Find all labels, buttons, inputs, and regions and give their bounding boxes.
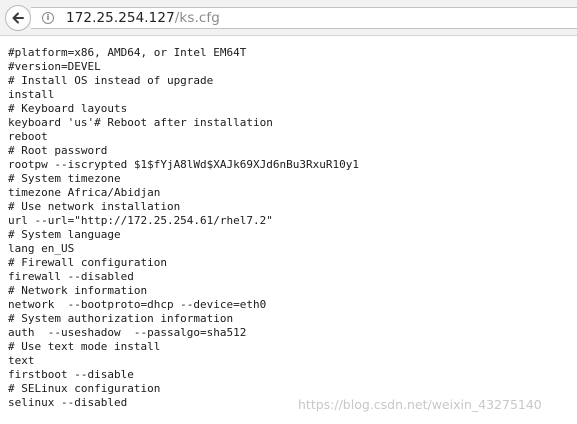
file-line: # Keyboard layouts	[8, 102, 128, 115]
file-line: rootpw --iscrypted $1$fYjA8lWd$XAJk69XJd…	[8, 158, 359, 171]
file-line: # Network information	[8, 284, 148, 297]
file-line: #platform=x86, AMD64, or Intel EM64T	[8, 46, 247, 59]
file-line: # Root password	[8, 144, 108, 157]
file-line: firewall --disabled	[8, 270, 134, 283]
file-line: # System authorization information	[8, 312, 234, 325]
navigation-toolbar: i 172.25.254.127/ks.cfg	[0, 0, 577, 36]
file-line: text	[8, 354, 35, 367]
file-line: #version=DEVEL	[8, 60, 101, 73]
info-icon[interactable]: i	[42, 12, 54, 24]
file-line: reboot	[8, 130, 48, 143]
file-line: # Use text mode install	[8, 340, 161, 353]
file-line: url --url="http://172.25.254.61/rhel7.2"	[8, 214, 273, 227]
url-text[interactable]: 172.25.254.127/ks.cfg	[66, 10, 220, 26]
back-arrow-icon	[12, 12, 24, 24]
file-line: # System language	[8, 228, 121, 241]
back-button[interactable]	[5, 5, 31, 31]
file-line: lang en_US	[8, 242, 75, 255]
browser-window: i 172.25.254.127/ks.cfg #platform=x86, A…	[0, 0, 577, 424]
file-line: install	[8, 88, 55, 101]
file-content: #platform=x86, AMD64, or Intel EM64T #ver…	[8, 46, 359, 410]
file-line: # Firewall configuration	[8, 256, 167, 269]
file-line: # Install OS instead of upgrade	[8, 74, 214, 87]
url-path: /ks.cfg	[174, 10, 220, 26]
file-line: firstboot --disable	[8, 368, 134, 381]
file-line: # System timezone	[8, 172, 121, 185]
file-line: # Use network installation	[8, 200, 181, 213]
watermark-text: https://blog.csdn.net/weixin_43275140	[298, 397, 542, 412]
file-line: auth --useshadow --passalgo=sha512	[8, 326, 247, 339]
address-bar[interactable]: i 172.25.254.127/ks.cfg	[31, 7, 577, 29]
file-line: # SELinux configuration	[8, 382, 161, 395]
file-line: timezone Africa/Abidjan	[8, 186, 161, 199]
file-line: network --bootproto=dhcp --device=eth0	[8, 298, 267, 311]
url-host: 172.25.254.127	[66, 10, 175, 26]
file-line: keyboard 'us'# Reboot after installation	[8, 116, 273, 129]
